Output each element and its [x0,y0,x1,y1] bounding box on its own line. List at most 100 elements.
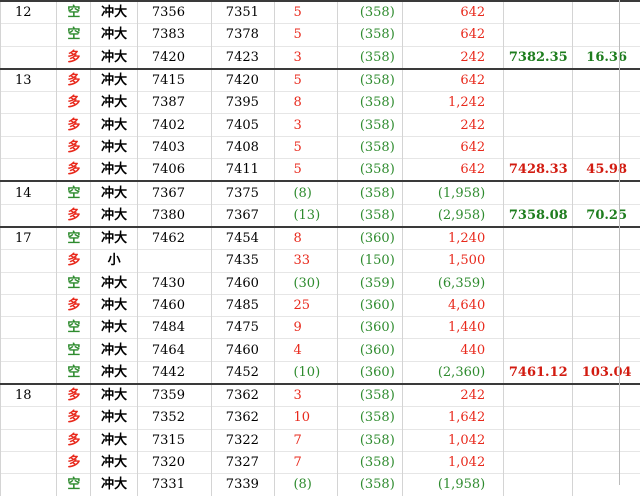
entry-price-cell[interactable]: 7430 [137,272,211,294]
type-cell[interactable]: 冲大 [91,272,137,294]
summary-avg-cell[interactable] [504,136,573,158]
entry-price-cell[interactable]: 7356 [137,1,211,24]
summary-points-cell[interactable] [573,181,640,204]
day-cell[interactable] [1,407,57,429]
day-cell[interactable] [1,361,57,384]
entry-price-cell[interactable]: 7315 [137,429,211,451]
summary-avg-cell[interactable] [504,1,573,24]
side-cell[interactable]: 多 [57,294,91,316]
exit-price-cell[interactable]: 7423 [211,46,275,69]
type-cell[interactable]: 冲大 [91,92,137,114]
summary-avg-cell[interactable] [504,92,573,114]
day-cell[interactable] [1,92,57,114]
entry-price-cell[interactable]: 7387 [137,92,211,114]
side-cell[interactable]: 空 [57,361,91,384]
exit-price-cell[interactable]: 7362 [211,407,275,429]
summary-points-cell[interactable] [573,294,640,316]
fee-cell[interactable]: (358) [337,1,402,24]
pnl-cell[interactable]: 1,042 [402,429,503,451]
day-cell[interactable] [1,339,57,361]
points-cell[interactable]: 9 [275,317,337,339]
side-cell[interactable]: 多 [57,92,91,114]
summary-points-cell[interactable]: 103.04 [573,361,640,384]
summary-avg-cell[interactable] [504,69,573,92]
day-cell[interactable]: 12 [1,1,57,24]
pnl-cell[interactable]: (2,958) [402,204,503,227]
day-cell[interactable]: 13 [1,69,57,92]
type-cell[interactable]: 冲大 [91,46,137,69]
summary-points-cell[interactable] [573,227,640,250]
fee-cell[interactable]: (359) [337,272,402,294]
type-cell[interactable]: 冲大 [91,204,137,227]
entry-price-cell[interactable]: 7403 [137,136,211,158]
side-cell[interactable]: 多 [57,250,91,272]
type-cell[interactable]: 冲大 [91,429,137,451]
pnl-cell[interactable]: 642 [402,24,503,46]
exit-price-cell[interactable]: 7367 [211,204,275,227]
exit-price-cell[interactable]: 7408 [211,136,275,158]
entry-price-cell[interactable]: 7320 [137,451,211,473]
points-cell[interactable]: 5 [275,69,337,92]
points-cell[interactable]: 5 [275,1,337,24]
exit-price-cell[interactable]: 7460 [211,272,275,294]
exit-price-cell[interactable]: 7362 [211,384,275,407]
pnl-cell[interactable]: (6,359) [402,272,503,294]
points-cell[interactable]: (30) [275,272,337,294]
summary-avg-cell[interactable] [504,250,573,272]
fee-cell[interactable]: (358) [337,114,402,136]
fee-cell[interactable]: (150) [337,250,402,272]
pnl-cell[interactable]: 642 [402,159,503,182]
fee-cell[interactable]: (358) [337,159,402,182]
entry-price-cell[interactable]: 7406 [137,159,211,182]
fee-cell[interactable]: (360) [337,339,402,361]
day-cell[interactable] [1,317,57,339]
side-cell[interactable]: 空 [57,24,91,46]
fee-cell[interactable]: (360) [337,294,402,316]
summary-avg-cell[interactable] [504,339,573,361]
points-cell[interactable]: 8 [275,92,337,114]
entry-price-cell[interactable]: 7380 [137,204,211,227]
day-cell[interactable]: 17 [1,227,57,250]
pnl-cell[interactable]: 242 [402,384,503,407]
points-cell[interactable]: (13) [275,204,337,227]
side-cell[interactable]: 多 [57,69,91,92]
summary-points-cell[interactable] [573,250,640,272]
day-cell[interactable] [1,114,57,136]
entry-price-cell[interactable]: 7484 [137,317,211,339]
summary-avg-cell[interactable]: 7428.33 [504,159,573,182]
points-cell[interactable]: 3 [275,384,337,407]
type-cell[interactable]: 冲大 [91,294,137,316]
pnl-cell[interactable]: (2,360) [402,361,503,384]
entry-price-cell[interactable]: 7464 [137,339,211,361]
day-cell[interactable] [1,429,57,451]
summary-points-cell[interactable] [573,407,640,429]
type-cell[interactable]: 冲大 [91,317,137,339]
exit-price-cell[interactable]: 7460 [211,339,275,361]
summary-avg-cell[interactable] [504,451,573,473]
exit-price-cell[interactable]: 7395 [211,92,275,114]
summary-avg-cell[interactable]: 7461.12 [504,361,573,384]
entry-price-cell[interactable]: 7415 [137,69,211,92]
summary-avg-cell[interactable] [504,181,573,204]
pnl-cell[interactable]: 242 [402,114,503,136]
type-cell[interactable]: 冲大 [91,384,137,407]
pnl-cell[interactable]: 242 [402,46,503,69]
summary-points-cell[interactable]: 70.25 [573,204,640,227]
pnl-cell[interactable]: 642 [402,1,503,24]
summary-points-cell[interactable] [573,24,640,46]
summary-avg-cell[interactable] [504,429,573,451]
points-cell[interactable]: 5 [275,24,337,46]
side-cell[interactable]: 多 [57,46,91,69]
day-cell[interactable] [1,272,57,294]
points-cell[interactable]: 10 [275,407,337,429]
exit-price-cell[interactable]: 7378 [211,24,275,46]
points-cell[interactable]: 7 [275,429,337,451]
day-cell[interactable] [1,451,57,473]
side-cell[interactable]: 多 [57,159,91,182]
summary-points-cell[interactable] [573,114,640,136]
points-cell[interactable]: (10) [275,361,337,384]
summary-avg-cell[interactable] [504,24,573,46]
type-cell[interactable]: 小 [91,250,137,272]
points-cell[interactable]: 4 [275,339,337,361]
side-cell[interactable]: 空 [57,272,91,294]
